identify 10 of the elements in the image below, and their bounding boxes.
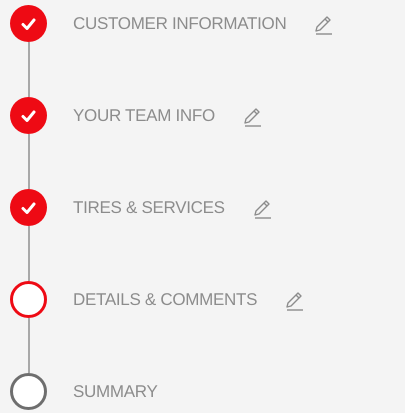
step-label: TIRES & SERVICES — [73, 198, 225, 218]
checkmark-icon — [21, 110, 36, 122]
checkmark-icon — [21, 202, 36, 214]
step-marker — [10, 281, 47, 318]
step-label: DETAILS & COMMENTS — [73, 290, 258, 310]
checkmark-icon — [21, 18, 36, 30]
step-label: SUMMARY — [73, 382, 158, 402]
step-label: CUSTOMER INFORMATION — [73, 14, 286, 34]
step-label: YOUR TEAM INFO — [73, 106, 215, 126]
step-marker — [10, 373, 47, 410]
